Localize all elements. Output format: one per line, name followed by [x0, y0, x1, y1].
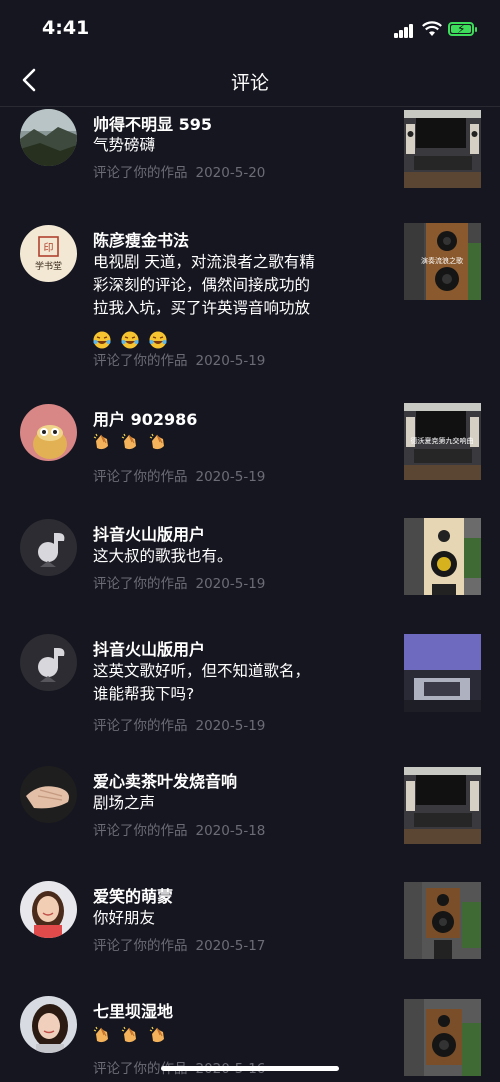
avatar[interactable] — [20, 634, 77, 691]
clap-emoji-icon — [93, 1026, 108, 1042]
clap-emoji-icon — [149, 1026, 164, 1042]
comment-item[interactable]: 帅得不明显 595 气势磅礴 评论了你的作品 2020-5-20 — [0, 107, 500, 217]
comment-item[interactable]: 抖音火山版用户 这英文歌好听，但不知道歌名， 谁能帮我下吗? 评论了你的作品 20… — [0, 627, 500, 764]
comment-meta: 评论了你的作品 2020-5-20 — [93, 161, 273, 181]
commenter-name[interactable]: 七里坝湿地 — [93, 998, 173, 1022]
cellular-signal-icon — [394, 24, 414, 38]
commenter-name[interactable]: 陈彦瘦金书法 — [93, 227, 189, 251]
comment-line: 气势磅礴 — [93, 136, 156, 154]
comment-date: 2020-5-19 — [195, 469, 266, 485]
comment-meta: 评论了你的作品 2020-5-19 — [93, 572, 273, 592]
video-thumbnail[interactable] — [404, 999, 481, 1076]
comment-date: 2020-5-19 — [195, 576, 266, 592]
comment-item[interactable]: 用户 902986 评论了你的作品 2020-5-19 德沃夏克第九交响曲 — [0, 397, 500, 512]
avatar[interactable] — [20, 404, 77, 461]
commenter-name[interactable]: 帅得不明显 595 — [93, 111, 212, 135]
comment-line: 你好朋友 — [93, 909, 156, 927]
comment-item[interactable]: 印 学书堂 陈彦瘦金书法 电视剧 天道，对流浪者之歌有精 彩深刻的评论，偶然间接… — [0, 217, 500, 397]
video-thumbnail[interactable] — [404, 634, 481, 712]
clap-emoji-icon — [93, 433, 108, 449]
comment-date: 2020-5-20 — [195, 165, 266, 181]
comment-meta: 评论了你的作品 2020-5-19 — [93, 465, 273, 485]
comment-line: 谁能帮我下吗? — [93, 685, 195, 703]
action-text: 评论了你的作品 — [93, 576, 188, 592]
comment-date: 2020-5-18 — [195, 823, 266, 839]
action-text: 评论了你的作品 — [93, 469, 188, 485]
comment-text: 剧场之声 — [93, 792, 383, 815]
rofl-emoji-icon — [149, 331, 167, 348]
page-title: 评论 — [230, 72, 269, 94]
comment-item[interactable]: 七里坝湿地 评论了你的作品2020-5-16 — [0, 994, 500, 1077]
clap-emoji-icon — [121, 1026, 136, 1042]
comment-text: 电视剧 天道，对流浪者之歌有精 彩深刻的评论，偶然间接成功的 拉我入坑，买了许英… — [93, 251, 383, 351]
video-thumbnail[interactable]: 演奏流浪之歌 — [404, 223, 481, 300]
comment-item[interactable]: 爱心卖茶叶发烧音响 剧场之声 评论了你的作品 2020-5-18 — [0, 764, 500, 879]
comment-line: 电视剧 天道，对流浪者之歌有精 — [93, 253, 315, 271]
comment-meta: 评论了你的作品 2020-5-19 — [93, 714, 273, 734]
commenter-name[interactable]: 爱心卖茶叶发烧音响 — [93, 768, 237, 792]
comment-line: 这英文歌好听，但不知道歌名， — [93, 662, 311, 680]
commenter-name[interactable]: 抖音火山版用户 — [93, 521, 205, 545]
comment-text — [93, 430, 383, 453]
emoji-row — [93, 430, 383, 453]
commenter-name[interactable]: 用户 902986 — [93, 406, 197, 430]
video-thumbnail[interactable] — [404, 767, 481, 844]
svg-text:印: 印 — [44, 242, 54, 254]
avatar[interactable] — [20, 766, 77, 823]
emoji-row — [93, 328, 383, 351]
comment-meta: 评论了你的作品 2020-5-19 — [93, 349, 273, 369]
action-text: 评论了你的作品 — [93, 823, 188, 839]
action-text: 评论了你的作品 — [93, 165, 188, 181]
comment-date: 2020-5-17 — [195, 938, 266, 954]
comment-line: 彩深刻的评论，偶然间接成功的 — [93, 276, 311, 294]
comment-item[interactable]: 抖音火山版用户 这大叔的歌我也有。 评论了你的作品 2020-5-19 — [0, 512, 500, 627]
status-time: 4:41 — [42, 17, 90, 39]
commenter-name[interactable]: 爱笑的萌蒙 — [93, 883, 173, 907]
comment-text — [93, 1023, 383, 1046]
avatar[interactable] — [20, 881, 77, 938]
status-bar: 4:41 ⚡ — [0, 0, 500, 56]
action-text: 评论了你的作品 — [93, 938, 188, 954]
comment-meta: 评论了你的作品 2020-5-17 — [93, 934, 273, 954]
clap-emoji-icon — [121, 433, 136, 449]
rofl-emoji-icon — [93, 331, 111, 348]
clap-emoji-icon — [149, 433, 164, 449]
battery-charging-icon: ⚡ — [448, 22, 477, 36]
video-thumbnail[interactable]: 德沃夏克第九交响曲 — [404, 403, 481, 480]
video-thumbnail[interactable] — [404, 518, 481, 595]
emoji-row — [93, 1023, 383, 1046]
avatar-calligraphy-text: 学书堂 — [35, 260, 62, 272]
thumbnail-caption: 德沃夏克第九交响曲 — [411, 436, 474, 445]
video-thumbnail[interactable] — [404, 110, 481, 188]
home-indicator[interactable] — [161, 1066, 339, 1071]
comment-text: 这大叔的歌我也有。 — [93, 545, 383, 568]
video-thumbnail[interactable] — [404, 882, 481, 959]
avatar[interactable] — [20, 109, 77, 166]
commenter-name[interactable]: 抖音火山版用户 — [93, 636, 205, 660]
comment-line: 这大叔的歌我也有。 — [93, 547, 233, 565]
wifi-icon — [422, 21, 442, 36]
comment-date: 2020-5-19 — [195, 353, 266, 369]
comment-text: 这英文歌好听，但不知道歌名， 谁能帮我下吗? — [93, 660, 383, 706]
comment-item[interactable]: 爱笑的萌蒙 你好朋友 评论了你的作品 2020-5-17 — [0, 879, 500, 994]
avatar[interactable]: 印 学书堂 — [20, 225, 77, 282]
comment-line: 剧场之声 — [93, 794, 156, 812]
comment-line: 拉我入坑，买了许英谔音响功放 — [93, 299, 311, 317]
avatar[interactable] — [20, 519, 77, 576]
avatar[interactable] — [20, 996, 77, 1053]
nav-bar: 评论 — [0, 56, 500, 107]
comment-text: 你好朋友 — [93, 907, 383, 930]
comment-text: 气势磅礴 — [93, 134, 383, 157]
thumbnail-caption: 演奏流浪之歌 — [421, 256, 463, 265]
action-text: 评论了你的作品 — [93, 718, 188, 734]
action-text: 评论了你的作品 — [93, 353, 188, 369]
comment-date: 2020-5-19 — [195, 718, 266, 734]
rofl-emoji-icon — [121, 331, 139, 348]
comment-meta: 评论了你的作品 2020-5-18 — [93, 819, 273, 839]
